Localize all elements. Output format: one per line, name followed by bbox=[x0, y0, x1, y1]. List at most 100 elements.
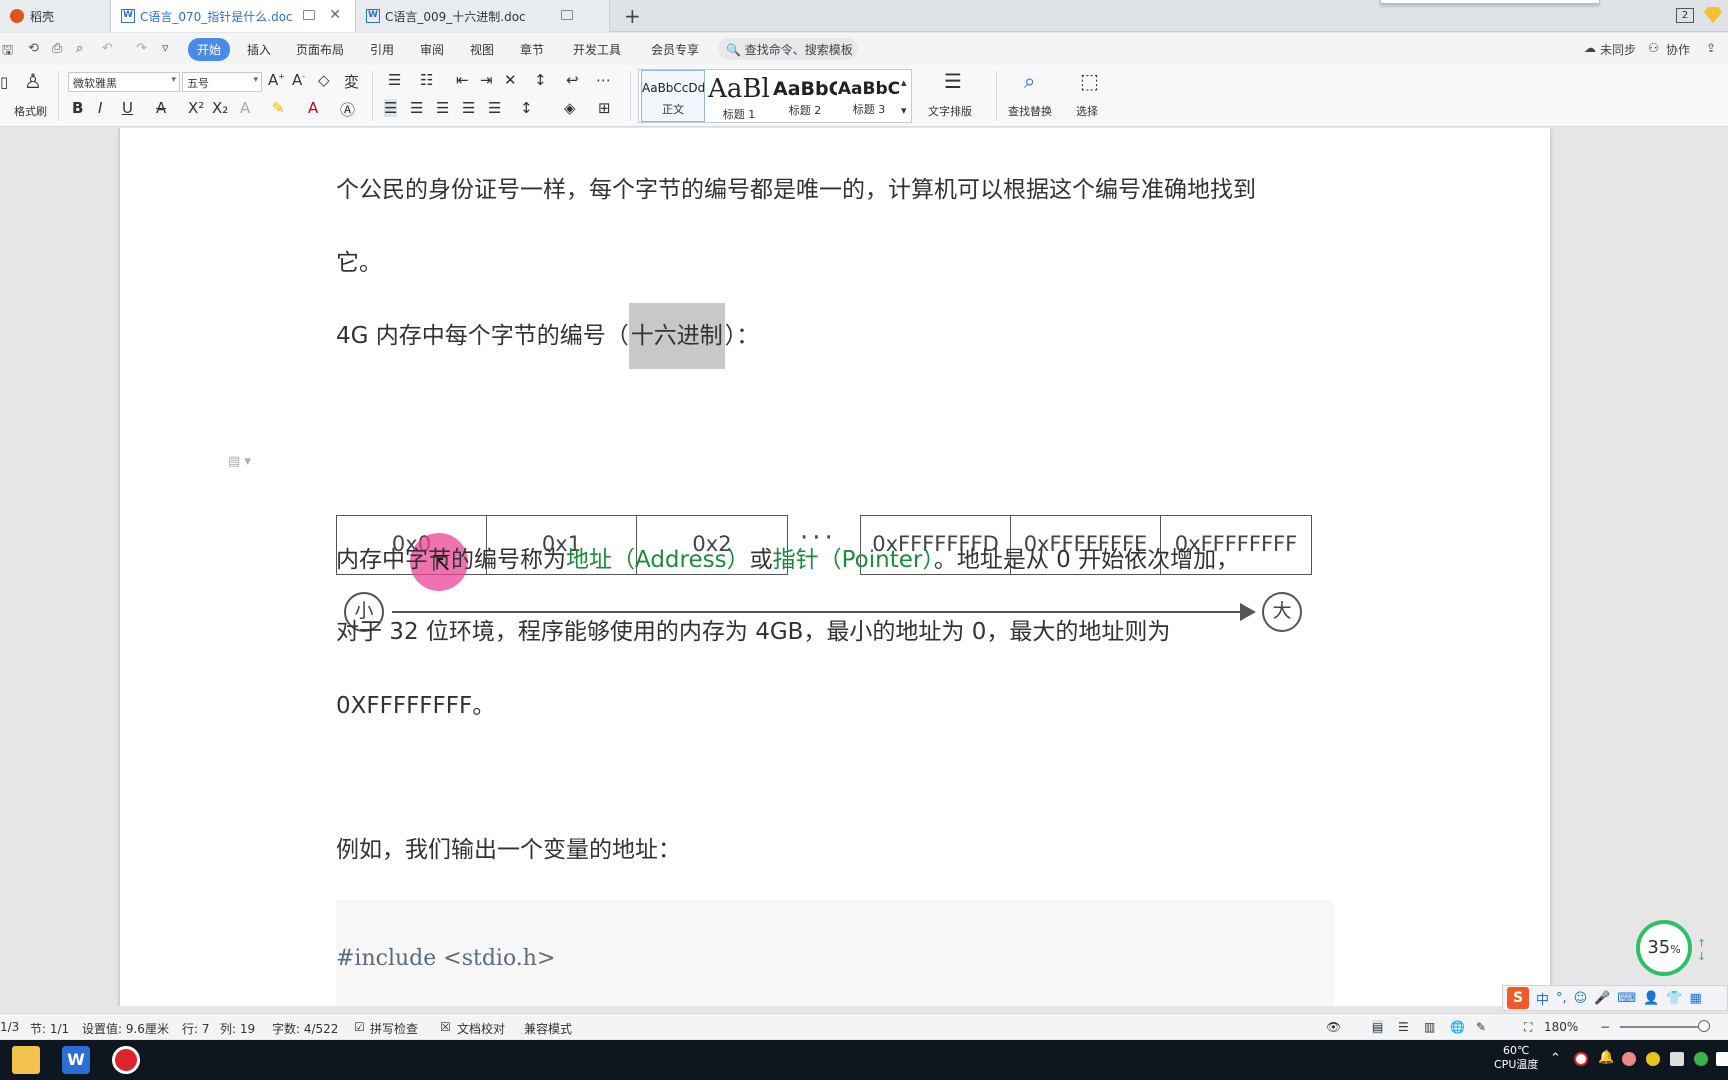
outline-view-icon[interactable]: ☰ bbox=[1398, 1020, 1409, 1034]
paragraph-line[interactable]: 对于 32 位环境，程序能够使用的内存为 4GB，最小的地址为 0，最大的地址则… bbox=[336, 612, 1170, 646]
command-search-box[interactable]: 🔍 查找命令、搜索模板 bbox=[718, 38, 858, 60]
paragraph-line[interactable]: 个公民的身份证号一样，每个字节的编号都是唯一的，计算机可以根据这个编号准确地找到 bbox=[336, 170, 1256, 204]
keyboard-icon[interactable]: ⌨ bbox=[1617, 991, 1636, 1006]
arrow-down-icon[interactable]: ↓ bbox=[1697, 950, 1706, 963]
wps-writer-icon[interactable]: W bbox=[62, 1046, 90, 1074]
format-painter-icon[interactable]: ♙ bbox=[24, 69, 42, 93]
document-canvas[interactable]: 个公民的身份证号一样，每个字节的编号都是唯一的，计算机可以根据这个编号准确地找到… bbox=[0, 128, 1728, 1006]
skin-icon[interactable]: 👕 bbox=[1666, 991, 1682, 1006]
menu-developer[interactable]: 开发工具 bbox=[573, 41, 621, 58]
print-preview-icon[interactable]: ⌕ bbox=[76, 41, 83, 56]
arrow-up-icon[interactable]: ↑ bbox=[1697, 937, 1706, 950]
select-button[interactable]: 选择 bbox=[1076, 103, 1098, 119]
code-line[interactable]: #include <stdio.h> bbox=[336, 946, 555, 971]
page-view-icon[interactable]: ▤ bbox=[1372, 1020, 1384, 1034]
tab-close-icon[interactable]: ✕ bbox=[329, 7, 341, 23]
file-explorer-icon[interactable] bbox=[12, 1046, 40, 1074]
zoom-slider[interactable] bbox=[1620, 1026, 1704, 1028]
eye-protection-icon[interactable]: 👁 bbox=[1326, 1020, 1341, 1034]
select-icon[interactable]: ⬚ bbox=[1080, 69, 1099, 93]
style-heading-2[interactable]: AaBbC 标题 2 bbox=[773, 70, 837, 122]
chinese-layout-icon[interactable]: ✕ bbox=[504, 71, 517, 89]
find-replace-button[interactable]: 查找替换 bbox=[1008, 103, 1052, 119]
tray-battery-icon[interactable] bbox=[1670, 1052, 1684, 1066]
underline-icon[interactable]: U bbox=[122, 99, 133, 117]
shrink-font-icon[interactable]: A- bbox=[292, 71, 305, 89]
text-layout-button[interactable]: 文字排版 bbox=[928, 103, 972, 119]
section-indicator[interactable]: 节: 1/1 bbox=[30, 1020, 69, 1037]
align-center-icon[interactable]: ☰ bbox=[410, 99, 423, 117]
menu-references[interactable]: 引用 bbox=[370, 41, 394, 58]
line-spacing-icon[interactable]: ↕ bbox=[520, 99, 533, 117]
tray-app-icon[interactable] bbox=[1622, 1052, 1636, 1066]
menu-chapter[interactable]: 章节 bbox=[520, 41, 544, 58]
numbered-list-icon[interactable]: ☷ bbox=[420, 71, 433, 89]
paragraph-line[interactable]: 它。 bbox=[336, 243, 382, 277]
zoom-level[interactable]: 180% bbox=[1544, 1020, 1578, 1034]
font-color-icon[interactable]: A bbox=[308, 99, 318, 117]
window-count-badge[interactable]: 2 bbox=[1676, 8, 1694, 23]
tab-minimize-icon[interactable] bbox=[303, 10, 315, 20]
format-painter-label[interactable]: 格式刷 bbox=[14, 103, 47, 119]
tab-document[interactable]: W C语言_009_十六进制.doc bbox=[356, 0, 610, 32]
clear-format-icon[interactable]: ◇ bbox=[318, 71, 330, 89]
share-icon[interactable]: ⇪ bbox=[1706, 41, 1716, 55]
scroll-arrows[interactable]: ↑ ↓ bbox=[1697, 937, 1706, 963]
web-view-icon[interactable]: 🌐 bbox=[1450, 1020, 1465, 1034]
tab-minimize-icon[interactable] bbox=[561, 10, 573, 20]
decrease-indent-icon[interactable]: ⇤ bbox=[456, 71, 469, 89]
style-heading-3[interactable]: AaBbC 标题 3 bbox=[837, 70, 901, 122]
menu-review[interactable]: 审阅 bbox=[420, 41, 444, 58]
proofread-button[interactable]: 文档校对 bbox=[457, 1020, 505, 1037]
subscript-icon[interactable]: X₂ bbox=[212, 99, 228, 117]
tab-stops-icon[interactable]: ⋯ bbox=[596, 71, 611, 89]
progress-ring[interactable]: 35% bbox=[1636, 920, 1692, 976]
gallery-more-icon[interactable]: ▾ bbox=[901, 104, 907, 117]
justify-icon[interactable]: ☰ bbox=[462, 99, 475, 117]
grow-font-icon[interactable]: A+ bbox=[268, 71, 285, 89]
memory-heading[interactable]: 4G 内存中每个字节的编号（十六进制）： bbox=[336, 303, 759, 369]
distribute-icon[interactable]: ☰ bbox=[488, 99, 501, 117]
zoom-out-icon[interactable]: − bbox=[1600, 1020, 1610, 1034]
tab-document-active[interactable]: W C语言_070_指针是什么.doc ✕ bbox=[110, 0, 356, 32]
user-icon[interactable]: 👤 bbox=[1643, 991, 1659, 1006]
new-tab-button[interactable]: + bbox=[624, 4, 641, 28]
spellcheck-button[interactable]: 拼写检查 bbox=[370, 1020, 418, 1037]
mic-icon[interactable]: 🎤 bbox=[1594, 991, 1610, 1006]
undo-history-icon[interactable]: ⟲ bbox=[28, 41, 39, 56]
italic-icon[interactable]: I bbox=[98, 99, 102, 117]
paragraph-line[interactable]: 内存中字节的编号称为地址（Address）或指针（Pointer）。地址是从 0… bbox=[336, 540, 1239, 574]
ime-mode[interactable]: 中 bbox=[1536, 989, 1549, 1008]
menu-home[interactable]: 开始 bbox=[188, 38, 231, 61]
borders-icon[interactable]: ⊞ bbox=[598, 99, 611, 117]
menu-insert[interactable]: 插入 bbox=[247, 41, 271, 58]
gallery-scroll-icon[interactable]: ▴ bbox=[901, 76, 907, 89]
write-mode-icon[interactable]: ✎ bbox=[1476, 1020, 1486, 1034]
font-size-select[interactable]: 五号 bbox=[182, 72, 262, 92]
paragraph-line[interactable]: 例如，我们输出一个变量的地址： bbox=[336, 830, 681, 864]
paragraph-marker-icon[interactable]: ▤ ▾ bbox=[228, 454, 251, 469]
collab-icon[interactable]: ⚇ bbox=[1648, 41, 1659, 55]
sync-status[interactable]: 未同步 bbox=[1600, 41, 1636, 58]
toolbox-icon[interactable]: ▦ bbox=[1690, 991, 1702, 1006]
menu-page-layout[interactable]: 页面布局 bbox=[296, 41, 344, 58]
position-setting[interactable]: 设置值: 9.6厘米 bbox=[82, 1020, 169, 1037]
save-icon[interactable]: 🖫 bbox=[2, 41, 13, 63]
column-indicator[interactable]: 列: 19 bbox=[220, 1020, 255, 1037]
tray-plus-icon[interactable] bbox=[1646, 1052, 1660, 1066]
screen-recorder-icon[interactable] bbox=[112, 1046, 140, 1074]
tray-recorder-icon[interactable] bbox=[1574, 1052, 1588, 1066]
proofread-icon[interactable]: ☒ bbox=[440, 1020, 451, 1034]
network-icon[interactable] bbox=[1716, 1052, 1728, 1066]
style-normal[interactable]: AaBbCcDd 正文 bbox=[641, 70, 705, 122]
fit-page-icon[interactable]: ⛶ bbox=[1524, 1020, 1532, 1035]
paragraph-line[interactable]: 0XFFFFFFFF。 bbox=[336, 686, 495, 720]
menu-view[interactable]: 视图 bbox=[470, 41, 494, 58]
highlight-icon[interactable]: ✎ bbox=[272, 99, 285, 117]
reading-view-icon[interactable]: ▥ bbox=[1424, 1020, 1435, 1034]
member-gem-icon[interactable] bbox=[1704, 7, 1722, 23]
zoom-slider-knob[interactable] bbox=[1698, 1020, 1710, 1032]
font-name-select[interactable]: 微软雅黑 bbox=[68, 72, 180, 92]
ime-punct[interactable]: °, bbox=[1556, 991, 1567, 1006]
cloud-icon[interactable]: ☁ bbox=[1584, 41, 1596, 55]
